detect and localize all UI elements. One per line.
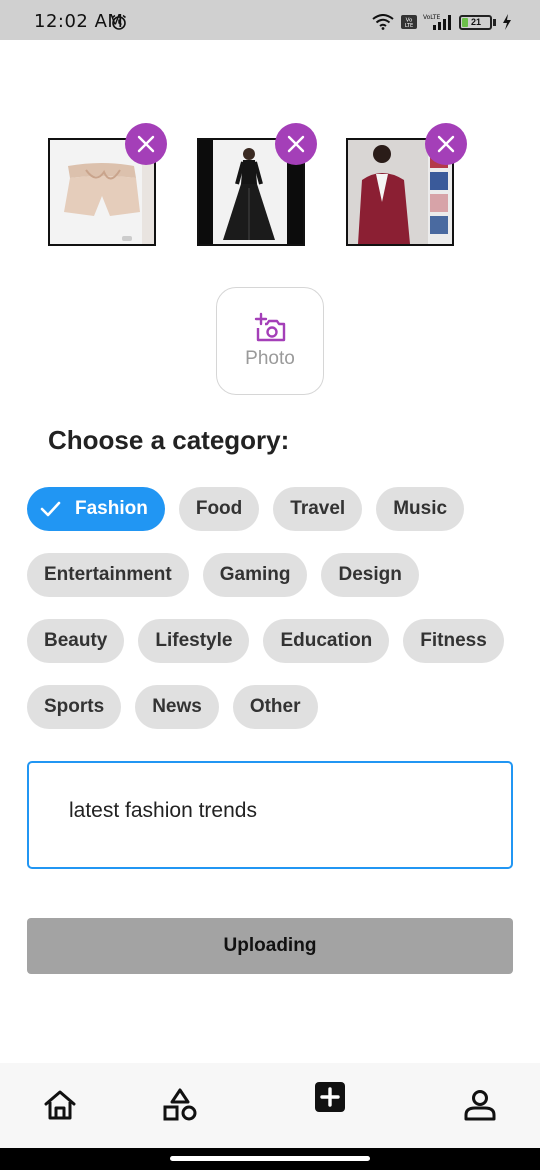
- signal-icon: VoLTE: [423, 14, 451, 30]
- chip-fashion[interactable]: Fashion: [27, 487, 165, 531]
- status-icons: Vo LTE VoLTE 21: [371, 12, 512, 32]
- chip-other[interactable]: Other: [232, 685, 318, 729]
- category-chips: Fashion Food Travel Music Entertainment …: [27, 487, 527, 729]
- nav-home[interactable]: [42, 1087, 78, 1123]
- battery-icon: 21: [459, 14, 492, 30]
- profile-icon: [464, 1090, 496, 1121]
- chip-label: Sports: [44, 696, 105, 717]
- system-nav-bar: [0, 1148, 540, 1170]
- battery-fill: [462, 17, 469, 27]
- battery-nub: [493, 18, 496, 26]
- upload-button[interactable]: Uploading: [27, 918, 513, 974]
- home-icon: [44, 1090, 76, 1120]
- chip-beauty[interactable]: Beauty: [27, 619, 125, 663]
- alarm-icon: [112, 14, 126, 30]
- chip-news[interactable]: News: [135, 685, 219, 729]
- nav-profile[interactable]: [462, 1087, 498, 1123]
- add-icon: [315, 1082, 345, 1112]
- add-photo-button[interactable]: Photo: [216, 287, 324, 395]
- close-icon: [137, 135, 155, 153]
- chip-sports[interactable]: Sports: [27, 685, 122, 729]
- chip-label: Education: [280, 630, 373, 651]
- chip-food[interactable]: Food: [178, 487, 260, 531]
- check-icon: [40, 501, 61, 517]
- chip-label: Entertainment: [44, 564, 172, 585]
- chip-label: Other: [249, 696, 301, 717]
- chip-label: Design: [338, 564, 402, 585]
- chip-label: News: [152, 696, 202, 717]
- wifi-icon: [372, 14, 394, 30]
- status-bar: 12:02 AM Vo LTE VoLTE 21: [0, 0, 540, 40]
- home-indicator[interactable]: [170, 1156, 370, 1161]
- remove-image-1-button[interactable]: [125, 123, 167, 165]
- category-heading: Choose a category:: [48, 425, 290, 455]
- chip-label: Fashion: [75, 498, 148, 519]
- chip-gaming[interactable]: Gaming: [202, 553, 308, 597]
- close-icon: [437, 135, 455, 153]
- svg-text:LTE: LTE: [405, 23, 413, 29]
- nav-add[interactable]: [312, 1079, 348, 1115]
- nav-categories[interactable]: [162, 1087, 198, 1123]
- chip-travel[interactable]: Travel: [273, 487, 363, 531]
- volte-icon: Vo LTE: [401, 15, 417, 29]
- chip-label: Music: [393, 498, 448, 519]
- chip-entertainment[interactable]: Entertainment: [27, 553, 189, 597]
- battery-level: 21: [471, 17, 482, 27]
- chip-label: Food: [195, 498, 243, 519]
- chip-label: Travel: [290, 498, 346, 519]
- chip-lifestyle[interactable]: Lifestyle: [138, 619, 250, 663]
- close-icon: [287, 135, 305, 153]
- chip-design[interactable]: Design: [321, 553, 419, 597]
- chip-fitness[interactable]: Fitness: [403, 619, 504, 663]
- chip-label: Fitness: [420, 630, 487, 651]
- charging-icon: [503, 14, 511, 30]
- caption-input[interactable]: [69, 799, 489, 823]
- chip-music[interactable]: Music: [376, 487, 465, 531]
- chip-label: Gaming: [219, 564, 291, 585]
- caption-field[interactable]: [27, 761, 513, 869]
- remove-image-3-button[interactable]: [425, 123, 467, 165]
- bottom-nav: [0, 1063, 540, 1148]
- photo-label: Photo: [245, 348, 295, 369]
- chip-education[interactable]: Education: [263, 619, 390, 663]
- remove-image-2-button[interactable]: [275, 123, 317, 165]
- add-photo-icon: [254, 312, 286, 342]
- chip-label: Lifestyle: [155, 630, 233, 651]
- svg-text:VoLTE: VoLTE: [423, 14, 440, 21]
- chip-label: Beauty: [44, 630, 108, 651]
- categories-icon: [163, 1088, 197, 1121]
